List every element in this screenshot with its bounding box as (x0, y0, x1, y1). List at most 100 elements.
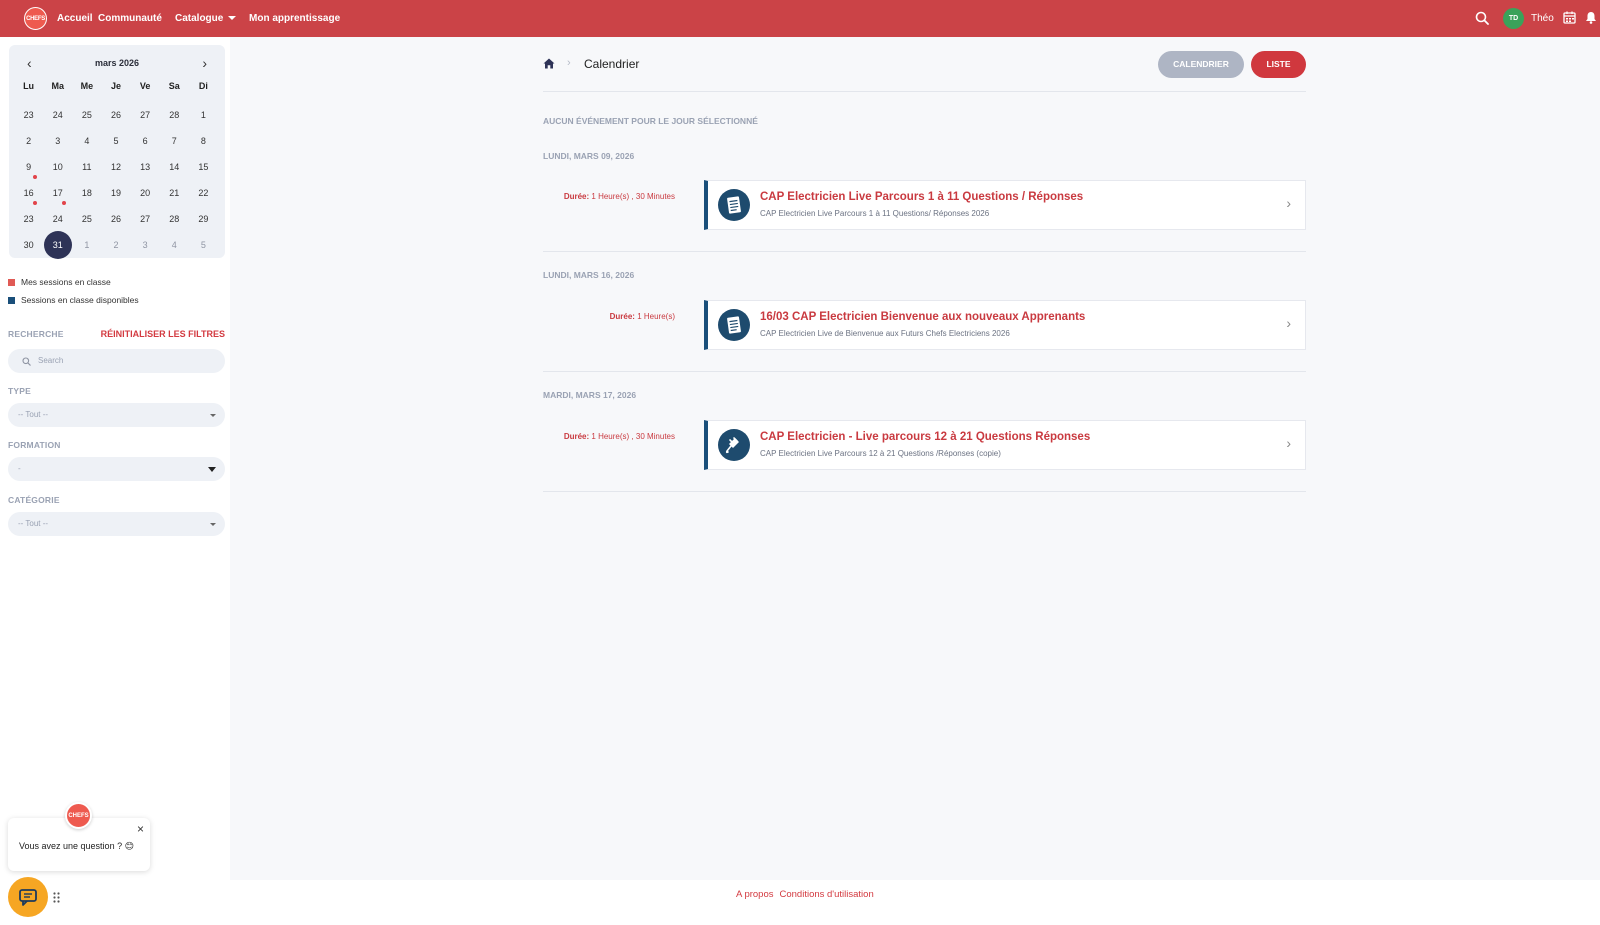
mini-calendar: ‹ mars 2026 › Lu Ma Me Je Ve Sa Di 23 24 2… (9, 45, 225, 259)
calendar-day[interactable]: 10 (43, 154, 72, 180)
brand-logo[interactable]: CHEFS (24, 7, 47, 30)
calendar-day[interactable]: 8 (189, 128, 218, 154)
search-icon[interactable] (1475, 11, 1489, 25)
nav-mon-apprentissage[interactable]: Mon apprentissage (249, 0, 340, 37)
close-icon[interactable]: × (137, 822, 144, 836)
event-card[interactable]: CAP Electricien Live Parcours 1 à 11 Que… (704, 180, 1306, 230)
calendar-day[interactable]: 16 (14, 180, 43, 206)
drag-handle-icon[interactable] (53, 892, 60, 903)
calendar-day-number: 23 (23, 110, 34, 120)
calendar-day-number: 12 (110, 162, 121, 172)
calendar-day[interactable]: 26 (101, 206, 130, 232)
calendar-day[interactable]: 24 (43, 102, 72, 128)
chevron-right-icon[interactable]: › (1286, 195, 1291, 211)
calendar-day[interactable]: 7 (160, 128, 189, 154)
divider (543, 251, 1306, 252)
day-heading: LUNDI, MARS 16, 2026 (543, 270, 635, 280)
calendar-day[interactable]: 18 (72, 180, 101, 206)
calendar-day[interactable]: 19 (101, 180, 130, 206)
calendar-day-number: 31 (52, 240, 63, 250)
event-title[interactable]: CAP Electricien Live Parcours 1 à 11 Que… (760, 191, 1083, 203)
calendar-day[interactable]: 1 (72, 232, 101, 258)
plug-icon (718, 429, 750, 461)
calendar-day[interactable]: 6 (131, 128, 160, 154)
brand-logo-text: CHEFS (26, 15, 45, 22)
calendar-day[interactable]: 2 (14, 128, 43, 154)
bell-icon[interactable] (1585, 11, 1597, 24)
calendar-day[interactable]: 9 (14, 154, 43, 180)
calendar-day[interactable]: 25 (72, 206, 101, 232)
list-view-button[interactable]: LISTE (1251, 51, 1306, 78)
calendar-day[interactable]: 4 (72, 128, 101, 154)
event-duration: Durée: 1 Heure(s) , 30 Minutes (564, 432, 675, 441)
nav-communaute[interactable]: Communauté (98, 0, 162, 37)
calendar-day[interactable]: 28 (160, 206, 189, 232)
calendar-day-number: 28 (169, 110, 180, 120)
formation-select[interactable]: - (8, 457, 225, 481)
event-card[interactable]: CAP Electricien - Live parcours 12 à 21 … (704, 420, 1306, 470)
calendar-day[interactable]: 2 (101, 232, 130, 258)
user-name[interactable]: Théo (1531, 0, 1554, 37)
footer: A propos Conditions d'utilisation (230, 880, 1600, 925)
calendar-day[interactable]: 27 (131, 206, 160, 232)
calendar-day[interactable]: 3 (43, 128, 72, 154)
nav-accueil[interactable]: Accueil (57, 0, 93, 37)
chevron-right-icon[interactable]: › (202, 55, 207, 71)
chevron-right-icon[interactable]: › (1286, 315, 1291, 331)
user-avatar[interactable]: TD (1503, 8, 1524, 29)
category-select[interactable]: -- Tout -- (8, 512, 225, 536)
reset-filters-link[interactable]: RÉINITIALISER LES FILTRES (101, 329, 225, 339)
calendar-day[interactable]: 17 (43, 180, 72, 206)
calendar-day[interactable]: 27 (131, 102, 160, 128)
nav-catalogue[interactable]: Catalogue (175, 0, 237, 37)
divider (543, 371, 1306, 372)
page-title: Calendrier (584, 57, 640, 71)
calendar-icon[interactable] (1563, 11, 1576, 24)
event-title[interactable]: CAP Electricien - Live parcours 12 à 21 … (760, 431, 1090, 443)
type-filter-label: TYPE (8, 386, 32, 396)
event-card[interactable]: 16/03 CAP Electricien Bienvenue aux nouv… (704, 300, 1306, 350)
search-input[interactable]: Search (8, 349, 225, 373)
type-select[interactable]: -- Tout -- (8, 403, 225, 427)
type-select-value: -- Tout -- (18, 410, 49, 419)
calendar-day[interactable]: 29 (189, 206, 218, 232)
calendar-day[interactable]: 24 (43, 206, 72, 232)
calendar-day[interactable]: 11 (72, 154, 101, 180)
calendar-day[interactable]: 30 (14, 232, 43, 258)
calendar-day[interactable]: 22 (189, 180, 218, 206)
calendar-day[interactable]: 25 (72, 102, 101, 128)
calendar-day[interactable]: 21 (160, 180, 189, 206)
calendar-day[interactable]: 15 (189, 154, 218, 180)
chat-launcher-button[interactable] (8, 877, 48, 917)
calendar-view-button[interactable]: CALENDRIER (1158, 51, 1244, 78)
checklist-icon (718, 309, 750, 341)
calendar-day[interactable]: 1 (189, 102, 218, 128)
calendar-day-number: 26 (110, 110, 121, 120)
calendar-day-number: 19 (110, 188, 121, 198)
chevron-right-icon[interactable]: › (1286, 435, 1291, 451)
home-icon[interactable] (543, 58, 555, 69)
legend-available-sessions: Sessions en classe disponibles (8, 295, 139, 305)
duration-label: Durée: (609, 312, 635, 321)
calendar-day-selected[interactable]: 31 (43, 231, 72, 259)
calendar-day-number: 29 (198, 214, 209, 224)
terms-link[interactable]: Conditions d'utilisation (780, 889, 874, 900)
calendar-day[interactable]: 12 (101, 154, 130, 180)
duration-value: 1 Heure(s) , 30 Minutes (591, 192, 675, 201)
calendar-day[interactable]: 26 (101, 102, 130, 128)
calendar-day[interactable]: 23 (14, 102, 43, 128)
calendar-day[interactable]: 4 (160, 232, 189, 258)
about-link[interactable]: A propos (736, 889, 774, 900)
calendar-day[interactable]: 5 (101, 128, 130, 154)
calendar-day-number: 6 (142, 136, 148, 146)
caret-down-icon (210, 523, 216, 526)
calendar-day[interactable]: 20 (131, 180, 160, 206)
calendar-day[interactable]: 5 (189, 232, 218, 258)
calendar-day[interactable]: 13 (131, 154, 160, 180)
event-title[interactable]: 16/03 CAP Electricien Bienvenue aux nouv… (760, 311, 1085, 323)
calendar-day[interactable]: 23 (14, 206, 43, 232)
chat-icon (19, 889, 37, 906)
calendar-day[interactable]: 3 (131, 232, 160, 258)
calendar-day[interactable]: 28 (160, 102, 189, 128)
calendar-day[interactable]: 14 (160, 154, 189, 180)
